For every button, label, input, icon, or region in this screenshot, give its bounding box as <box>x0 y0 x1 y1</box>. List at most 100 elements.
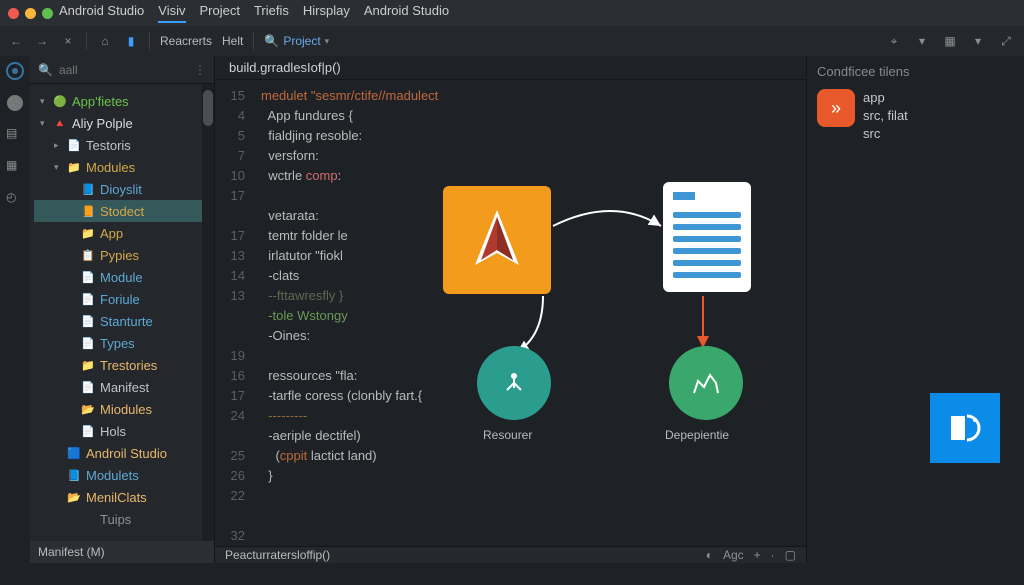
chevron-icon[interactable]: ▾ <box>40 118 48 129</box>
line-number: 32 <box>215 526 245 546</box>
tree-node[interactable]: ▾🟢App'fietes <box>34 90 210 112</box>
project-selector[interactable]: 🔍 Project ▾ <box>264 34 329 48</box>
home-icon[interactable]: ⌂ <box>97 33 113 49</box>
code-line[interactable]: --------- <box>261 406 806 426</box>
code-line[interactable]: ressources "fla: <box>261 366 806 386</box>
sidebar-search-input[interactable] <box>59 63 139 77</box>
layers-icon[interactable]: ▤ <box>6 126 24 144</box>
code-line[interactable]: -Oines: <box>261 326 806 346</box>
line-number: 17 <box>215 386 245 406</box>
chevron-icon[interactable]: ▾ <box>40 96 48 107</box>
code-line[interactable]: } <box>261 466 806 486</box>
code-line[interactable] <box>261 486 806 506</box>
tree-node[interactable]: 📄Manifest <box>34 376 210 398</box>
toolbar-helt[interactable]: Helt <box>222 34 243 48</box>
code-line[interactable]: versforn: <box>261 146 806 166</box>
sidebar-search[interactable]: 🔍 ⋮ <box>30 56 214 84</box>
code-line[interactable] <box>261 346 806 366</box>
tree-node[interactable]: 📄Foriule <box>34 288 210 310</box>
close-icon[interactable]: × <box>60 33 76 49</box>
file-icon: 📄 <box>81 314 95 328</box>
code-line[interactable]: App fundures { <box>261 106 806 126</box>
tree-node[interactable]: 📁App <box>34 222 210 244</box>
location-icon[interactable]: ⌖ <box>886 33 902 49</box>
tree-node[interactable]: ▾🔺Aliy Polple <box>34 112 210 134</box>
minimize-window-icon[interactable] <box>25 8 36 19</box>
expand-icon[interactable]: ⤢ <box>998 33 1014 49</box>
sidebar-footer[interactable]: Manifest (M) <box>30 541 214 563</box>
menu-item[interactable]: Hirsplay <box>303 3 350 23</box>
tree-node[interactable]: 📄Module <box>34 266 210 288</box>
code-line[interactable]: temtr folder le <box>261 226 806 246</box>
gradient-icon[interactable] <box>6 94 24 112</box>
code-line[interactable]: (cppit lactict land) <box>261 446 806 466</box>
chevron-down-icon[interactable]: ▾ <box>914 33 930 49</box>
tree-node[interactable]: 📁Trestories <box>34 354 210 376</box>
code-line[interactable]: vetarata: <box>261 206 806 226</box>
module-icon[interactable]: » <box>817 89 855 127</box>
tree-node[interactable]: 📄Hols <box>34 420 210 442</box>
file-icon <box>81 512 95 526</box>
chevron-icon[interactable]: ▾ <box>54 162 62 173</box>
line-number: 5 <box>215 126 245 146</box>
chevron-icon[interactable]: ▸ <box>54 140 62 151</box>
menu-item[interactable]: Triefis <box>254 3 289 23</box>
code-line[interactable]: fialdjing resoble: <box>261 126 806 146</box>
scroll-thumb[interactable] <box>203 90 213 126</box>
bookmark-icon[interactable]: ▮ <box>123 33 139 49</box>
tree-node[interactable]: 📘Dioyslit <box>34 178 210 200</box>
code-line[interactable] <box>261 506 806 526</box>
tree-node[interactable]: 📂MenilClats <box>34 486 210 508</box>
tree-node[interactable]: 📄Types <box>34 332 210 354</box>
code-line[interactable]: -clats <box>261 266 806 286</box>
status-bar: Peacturratersloffip() ◐ Agc + · ▢ <box>215 546 806 563</box>
scrollbar[interactable] <box>202 84 214 541</box>
add-icon[interactable]: + <box>754 548 761 562</box>
tree-node[interactable]: 🟦Androil Studio <box>34 442 210 464</box>
grid-icon[interactable]: ▦ <box>6 158 24 176</box>
close-window-icon[interactable] <box>8 8 19 19</box>
tree-node[interactable]: ▾📁Modules <box>34 156 210 178</box>
tree-node[interactable]: 📋Pypies <box>34 244 210 266</box>
tree-node[interactable]: ▸📄Testoris <box>34 134 210 156</box>
menu-item[interactable]: Android Studio <box>364 3 449 23</box>
logo-icon[interactable] <box>6 62 24 80</box>
code-line[interactable]: medulet "sesmr/ctife//madulect <box>261 86 806 106</box>
clock-icon[interactable]: ◴ <box>6 190 24 208</box>
toolbar-reacrerts[interactable]: Reacrerts <box>160 34 212 48</box>
menu-item[interactable]: Android Studio <box>59 3 144 23</box>
notification-icon[interactable]: ▢ <box>785 548 796 562</box>
tree-node[interactable]: 📂Miodules <box>34 398 210 420</box>
more-icon[interactable]: · <box>771 548 775 562</box>
status-left[interactable]: Peacturratersloffip() <box>225 548 330 562</box>
code-line[interactable] <box>261 186 806 206</box>
status-agc[interactable]: Agc <box>723 548 744 562</box>
toolbar: ← → × ⌂ ▮ Reacrerts Helt 🔍 Project ▾ ⌖ ▾… <box>0 26 1024 56</box>
code-line[interactable]: --fttawresfly } <box>261 286 806 306</box>
code-line[interactable]: -tole Wstongy <box>261 306 806 326</box>
tree-node[interactable]: 📄Stanturte <box>34 310 210 332</box>
settings-icon[interactable]: ▦ <box>942 33 958 49</box>
file-icon: 🟢 <box>53 94 67 108</box>
assistant-icon[interactable] <box>930 393 1000 463</box>
source[interactable]: medulet "sesmr/ctife//madulect App fundu… <box>255 80 806 546</box>
menu-item[interactable]: Project <box>200 3 240 23</box>
editor-tab[interactable]: build.grradlesIof|p() <box>215 56 355 79</box>
code-line[interactable]: irlatutor "fiokl <box>261 246 806 266</box>
menu-item[interactable]: Visiv <box>158 3 185 23</box>
code-area[interactable]: 154571017171314131916172425262232 medule… <box>215 80 806 546</box>
chevron-down-icon[interactable]: ▾ <box>970 33 986 49</box>
code-line[interactable]: -aeriple dectifel) <box>261 426 806 446</box>
maximize-window-icon[interactable] <box>42 8 53 19</box>
tree-node[interactable]: Tuips <box>34 508 210 530</box>
tree-node[interactable]: 📙Stodect <box>34 200 210 222</box>
back-icon[interactable]: ← <box>8 33 24 49</box>
right-panel-item[interactable]: src <box>817 125 1014 143</box>
sidebar-menu-icon[interactable]: ⋮ <box>194 63 206 77</box>
status-indicator-icon[interactable]: ◐ <box>706 548 713 562</box>
code-line[interactable]: wctrle comp: <box>261 166 806 186</box>
tree-node[interactable]: 📘Modulets <box>34 464 210 486</box>
code-line[interactable]: -tarfle coress (clonbly fart.{ <box>261 386 806 406</box>
forward-icon[interactable]: → <box>34 33 50 49</box>
sidebar-footer-label: Manifest (M) <box>38 545 105 559</box>
